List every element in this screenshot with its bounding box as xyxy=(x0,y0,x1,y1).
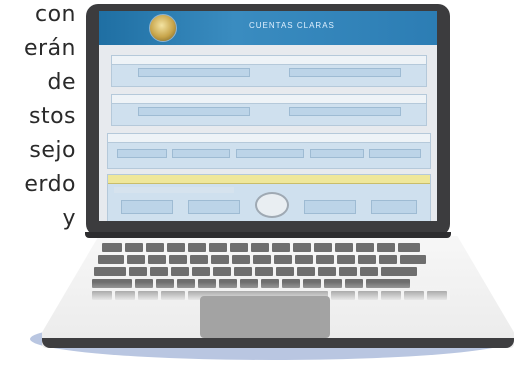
site-header: CUENTAS CLARAS xyxy=(99,11,437,45)
laptop-screen: CUENTAS CLARAS xyxy=(99,11,437,221)
section-link[interactable] xyxy=(309,149,364,158)
section-link[interactable] xyxy=(137,68,250,77)
play-icon[interactable] xyxy=(254,192,289,218)
content-section xyxy=(111,55,427,87)
section-link[interactable] xyxy=(288,68,401,77)
content-section xyxy=(107,174,431,221)
section-link[interactable] xyxy=(172,149,231,158)
section-link[interactable] xyxy=(188,200,241,214)
laptop-illustration: CUENTAS CLARAS xyxy=(0,0,514,367)
laptop-hinge xyxy=(85,232,451,238)
section-link[interactable] xyxy=(235,149,304,158)
section-link[interactable] xyxy=(116,149,167,158)
content-section xyxy=(107,133,431,169)
section-link[interactable] xyxy=(369,149,422,158)
section-link[interactable] xyxy=(137,107,250,116)
section-link[interactable] xyxy=(303,200,356,214)
section-link[interactable] xyxy=(370,200,417,214)
section-link[interactable] xyxy=(288,107,401,116)
laptop-base-edge xyxy=(42,338,514,348)
content-section xyxy=(111,94,427,126)
section-link[interactable] xyxy=(121,200,174,214)
trackpad xyxy=(200,296,330,338)
site-title: CUENTAS CLARAS xyxy=(249,21,335,30)
emblem-logo xyxy=(149,14,177,42)
